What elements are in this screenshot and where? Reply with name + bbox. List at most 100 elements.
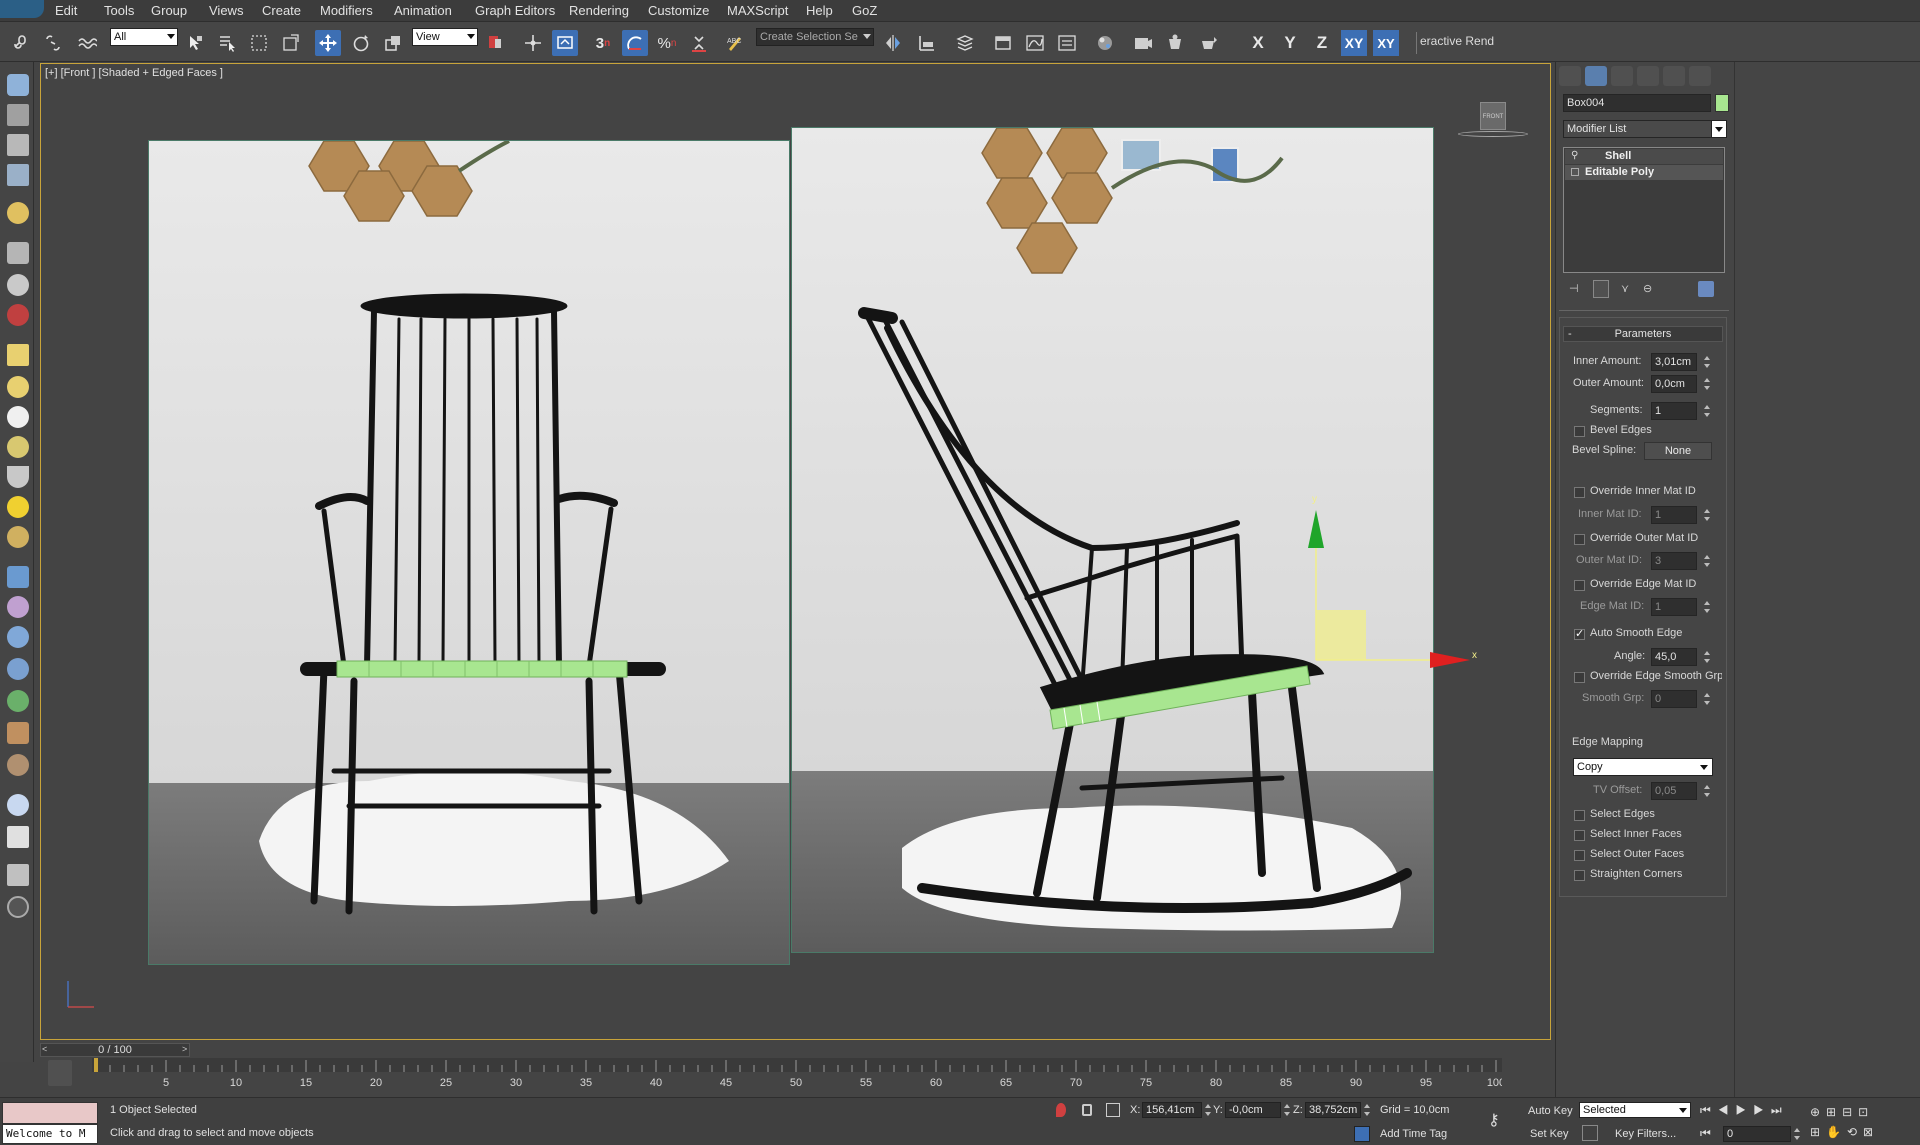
cloth-icon[interactable]: [7, 754, 29, 776]
go-to-start-icon[interactable]: ⏮: [1700, 1126, 1716, 1142]
grid-icon[interactable]: [7, 164, 29, 186]
panel-splitter[interactable]: [1734, 62, 1735, 1097]
y-coord-spinner[interactable]: [1283, 1103, 1291, 1117]
restrict-xy-button[interactable]: XY: [1341, 30, 1367, 56]
cone-icon[interactable]: [7, 466, 29, 488]
snaps-toggle-icon[interactable]: 3n: [590, 30, 616, 56]
layer-explorer-icon[interactable]: [952, 30, 978, 56]
rendered-frame-window-icon[interactable]: [1162, 30, 1188, 56]
override-inner-mat-checkbox[interactable]: [1574, 487, 1585, 498]
make-unique-icon[interactable]: ⋎: [1621, 282, 1635, 296]
straighten-corners-checkbox[interactable]: [1574, 870, 1585, 881]
inner-amount-field[interactable]: 3,01cm: [1651, 353, 1697, 371]
plant-icon[interactable]: [7, 690, 29, 712]
render-setup-icon[interactable]: [1130, 30, 1156, 56]
playback-controls[interactable]: ⏮◀▶▶⏭: [1700, 1103, 1810, 1119]
outer-mat-id-spinner[interactable]: [1703, 554, 1711, 568]
menu-item-create[interactable]: Create: [262, 3, 301, 18]
gizmo-x-arrow[interactable]: [1430, 652, 1470, 668]
viewcube-ring[interactable]: [1458, 131, 1528, 137]
torus-icon[interactable]: [7, 436, 29, 458]
teapot-icon[interactable]: [7, 74, 29, 96]
track-bar-background[interactable]: [92, 1058, 1502, 1072]
time-tag-icon[interactable]: [1354, 1126, 1370, 1142]
angle-field[interactable]: 45,0: [1651, 648, 1697, 666]
utility-icon[interactable]: [7, 864, 29, 886]
hierarchy-tab-icon[interactable]: [1611, 66, 1633, 86]
helper-icon[interactable]: [7, 274, 29, 296]
rectangular-selection-icon[interactable]: [246, 30, 272, 56]
render-icon[interactable]: [7, 104, 29, 126]
stack-item-shell-icon[interactable]: ⚲: [1571, 150, 1578, 161]
menu-item-maxscript[interactable]: MAXScript: [727, 3, 788, 18]
modifier-stack[interactable]: ⚲ Shell Editable Poly: [1563, 147, 1725, 273]
trackbar-toggle-icon[interactable]: [48, 1060, 72, 1086]
auto-key-button[interactable]: Auto Key: [1528, 1102, 1573, 1120]
object-name-field[interactable]: Box004: [1563, 94, 1711, 112]
edge-mat-id-spinner[interactable]: [1703, 600, 1711, 614]
edit-named-selection-icon[interactable]: ABC: [722, 30, 748, 56]
track-bar[interactable]: 5 10 15 20 25 30 35 40 45 50 55 60 65 70 75 80 85 90 95 100: [92, 1058, 1502, 1092]
time-slider-next-icon[interactable]: >: [182, 1044, 190, 1056]
use-pivot-center-icon[interactable]: [482, 30, 508, 56]
segments-spinner[interactable]: [1703, 404, 1711, 418]
key-mode-dropdown[interactable]: Selected: [1579, 1102, 1691, 1118]
add-time-tag[interactable]: Add Time Tag: [1380, 1125, 1447, 1143]
time-slider-prev-icon[interactable]: <: [42, 1044, 50, 1056]
named-selection-set-dropdown[interactable]: Create Selection Se: [756, 28, 874, 46]
override-edge-mat-checkbox[interactable]: [1574, 580, 1585, 591]
move-gizmo[interactable]: x y: [1290, 490, 1490, 680]
remove-modifier-icon[interactable]: ⊖: [1643, 282, 1657, 296]
menu-item-animation[interactable]: Animation: [394, 3, 452, 18]
selection-lock-icon[interactable]: [1082, 1104, 1092, 1116]
help-icon[interactable]: [7, 896, 29, 918]
select-outer-faces-checkbox[interactable]: [1574, 850, 1585, 861]
curve-editor-icon[interactable]: [1022, 30, 1048, 56]
select-and-link-icon[interactable]: [8, 30, 34, 56]
outer-mat-id-field[interactable]: 3: [1651, 552, 1697, 570]
inner-mat-id-field[interactable]: 1: [1651, 506, 1697, 524]
compound-icon[interactable]: [7, 626, 29, 648]
x-coord-spinner[interactable]: [1204, 1103, 1212, 1117]
hair-icon[interactable]: [7, 722, 29, 744]
inner-mat-id-spinner[interactable]: [1703, 508, 1711, 522]
particle-icon[interactable]: [7, 566, 29, 588]
menu-item-modifiers[interactable]: Modifiers: [320, 3, 373, 18]
outer-amount-field[interactable]: 0,0cm: [1651, 375, 1697, 393]
gizmo-xy-plane[interactable]: [1316, 610, 1366, 660]
menu-item-views[interactable]: Views: [209, 3, 243, 18]
pin-stack-icon[interactable]: ⊣: [1569, 282, 1583, 296]
isolate-selection-icon[interactable]: [1056, 1103, 1066, 1117]
app-logo-button[interactable]: [0, 0, 44, 18]
box-icon[interactable]: [7, 344, 29, 366]
configure-modifier-sets-icon[interactable]: [1698, 281, 1714, 297]
rollout-collapse-icon[interactable]: -: [1568, 327, 1572, 341]
geosphere-icon[interactable]: [7, 526, 29, 548]
bind-to-space-warp-icon[interactable]: [74, 30, 100, 56]
menu-item-rendering[interactable]: Rendering: [569, 3, 629, 18]
tv-offset-spinner[interactable]: [1703, 784, 1711, 798]
smooth-grp-field[interactable]: 0: [1651, 690, 1697, 708]
select-and-move-icon[interactable]: [315, 30, 341, 56]
edge-mapping-dropdown[interactable]: Copy: [1573, 758, 1713, 776]
restrict-z-button[interactable]: Z: [1309, 30, 1335, 56]
unlink-selection-icon[interactable]: [40, 30, 66, 56]
modify-tab-icon[interactable]: [1585, 66, 1607, 86]
bevel-spline-button[interactable]: None: [1644, 442, 1712, 460]
set-key-icon[interactable]: [1582, 1125, 1598, 1141]
restrict-xy-plane-button[interactable]: XY: [1373, 30, 1399, 56]
material-editor-icon[interactable]: [1092, 30, 1118, 56]
align-icon[interactable]: [914, 30, 940, 56]
segments-field[interactable]: 1: [1651, 402, 1697, 420]
restrict-y-button[interactable]: Y: [1277, 30, 1303, 56]
mirror-icon[interactable]: [880, 30, 906, 56]
reference-image-front[interactable]: [148, 140, 790, 965]
angle-spinner[interactable]: [1703, 650, 1711, 664]
select-object-icon[interactable]: [182, 30, 208, 56]
create-tab-icon[interactable]: [1559, 66, 1581, 86]
keyboard-shortcut-override-icon[interactable]: [552, 30, 578, 56]
parameters-rollout-header[interactable]: - Parameters: [1563, 326, 1723, 342]
schematic-view-icon[interactable]: [1054, 30, 1080, 56]
select-by-name-icon[interactable]: [214, 30, 240, 56]
utilities-tab-icon[interactable]: [1689, 66, 1711, 86]
